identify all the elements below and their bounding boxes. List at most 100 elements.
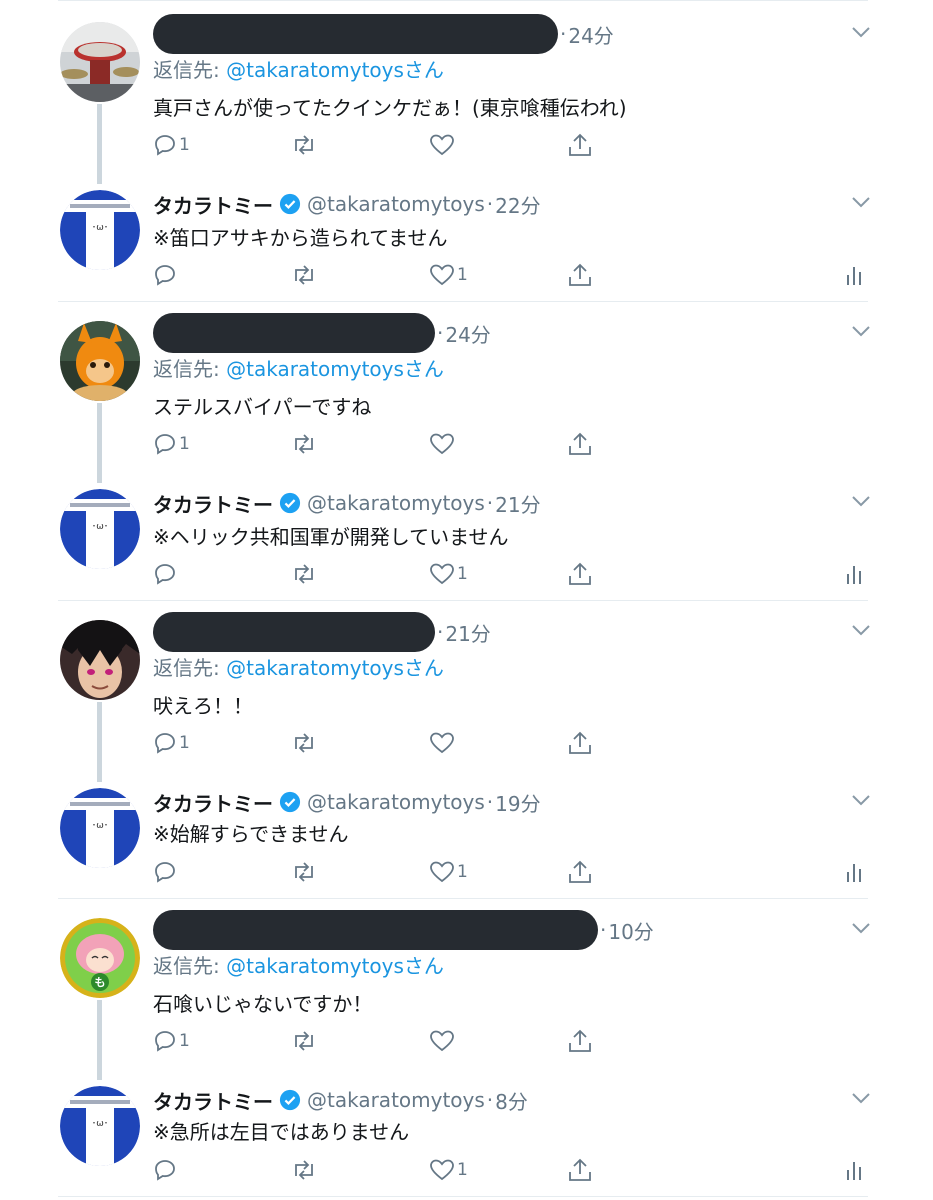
caret-down-icon[interactable] <box>851 624 871 636</box>
retweet-button[interactable] <box>290 130 318 160</box>
analytics-button[interactable] <box>844 1155 864 1185</box>
tweet-time[interactable]: 8分 <box>495 1086 528 1115</box>
retweet-icon <box>295 862 313 882</box>
retweet-button[interactable] <box>290 857 318 887</box>
like-button[interactable]: 1 <box>429 1155 468 1185</box>
official-tweet[interactable]: ･ω･ タカラトミー @takaratomytoys · 21分 ※ヘリック共和… <box>0 469 933 600</box>
reply-button[interactable] <box>153 857 177 887</box>
share-button[interactable] <box>567 559 593 589</box>
like-button[interactable]: 1 <box>429 260 468 290</box>
mention-link[interactable]: @takaratomytoysさん <box>226 58 444 82</box>
display-name[interactable]: タカラトミー <box>153 1086 273 1115</box>
caret-down-icon[interactable] <box>851 1092 871 1104</box>
caret-down-icon[interactable] <box>851 26 871 38</box>
official-avatar[interactable]: ･ω･ <box>60 489 140 569</box>
reply-button[interactable]: 1 <box>153 728 190 758</box>
official-tweet[interactable]: ･ω･ タカラトミー @takaratomytoys · 19分 ※始解すらでき… <box>0 768 933 898</box>
retweet-button[interactable] <box>290 559 318 589</box>
reply-button[interactable]: 1 <box>153 429 190 459</box>
tweet-time[interactable]: 24分 <box>445 319 490 348</box>
caret-down-icon[interactable] <box>851 495 871 507</box>
share-button[interactable] <box>567 1155 593 1185</box>
like-button[interactable] <box>429 429 455 459</box>
mention-link[interactable]: @takaratomytoysさん <box>226 656 444 680</box>
retweet-button[interactable] <box>290 260 318 290</box>
like-icon <box>430 433 454 455</box>
tweet-time[interactable]: 21分 <box>495 489 540 518</box>
reply-tweet[interactable]: · 24分 返信先: @takaratomytoysさん ステルスバイパーですね… <box>0 299 933 483</box>
analytics-button[interactable] <box>844 857 864 887</box>
like-count: 1 <box>457 564 468 584</box>
user-handle[interactable]: @takaratomytoys <box>307 491 485 515</box>
caret-down-icon[interactable] <box>851 922 871 934</box>
official-avatar[interactable]: ･ω･ <box>60 190 140 270</box>
like-button[interactable] <box>429 1026 455 1056</box>
tweet-text: 吠えろ！！ <box>153 694 253 718</box>
mention-link[interactable]: @takaratomytoysさん <box>226 954 444 978</box>
retweet-icon <box>295 564 313 584</box>
official-tweet[interactable]: ･ω･ タカラトミー @takaratomytoys · 8分 ※急所は左目では… <box>0 1066 933 1200</box>
retweet-button[interactable] <box>290 1026 318 1056</box>
share-button[interactable] <box>567 260 593 290</box>
analytics-button[interactable] <box>844 260 864 290</box>
like-button[interactable] <box>429 728 455 758</box>
reply-button[interactable]: 1 <box>153 130 190 160</box>
reply-icon <box>155 265 175 286</box>
share-button[interactable] <box>567 728 593 758</box>
retweet-button[interactable] <box>290 1155 318 1185</box>
tweet-time[interactable]: 24分 <box>568 20 613 49</box>
share-button[interactable] <box>567 130 593 160</box>
official-avatar[interactable]: ･ω･ <box>60 1086 140 1166</box>
avatar[interactable] <box>60 22 140 102</box>
reply-icon <box>155 135 175 156</box>
reply-count: 1 <box>179 733 190 753</box>
tweet-actions: 1 <box>153 1155 873 1185</box>
display-name[interactable]: タカラトミー <box>153 489 273 518</box>
mention-link[interactable]: @takaratomytoysさん <box>226 357 444 381</box>
share-button[interactable] <box>567 857 593 887</box>
user-handle[interactable]: @takaratomytoys <box>307 1088 485 1112</box>
reply-button[interactable] <box>153 260 177 290</box>
share-button[interactable] <box>567 1026 593 1056</box>
reply-tweet[interactable]: も · 10分 返信先: @takaratomytoysさん 石喰いじゃないです… <box>0 896 933 1080</box>
replying-to: 返信先: @takaratomytoysさん <box>153 656 444 680</box>
divider <box>58 1196 868 1197</box>
reply-tweet[interactable]: · 24分 返信先: @takaratomytoysさん 真戸さんが使ってたクイ… <box>0 0 933 184</box>
tweet-time[interactable]: 19分 <box>495 788 540 817</box>
like-button[interactable]: 1 <box>429 857 468 887</box>
display-name[interactable]: タカラトミー <box>153 788 273 817</box>
avatar[interactable] <box>60 620 140 700</box>
user-handle[interactable]: @takaratomytoys <box>307 790 485 814</box>
reply-button[interactable] <box>153 1155 177 1185</box>
caret-down-icon[interactable] <box>851 794 871 806</box>
analytics-button[interactable] <box>844 559 864 589</box>
like-button[interactable]: 1 <box>429 559 468 589</box>
reply-button[interactable] <box>153 559 177 589</box>
retweet-button[interactable] <box>290 429 318 459</box>
reply-icon <box>155 733 175 754</box>
retweet-button[interactable] <box>290 728 318 758</box>
tweet-time[interactable]: 10分 <box>608 916 653 945</box>
official-avatar[interactable]: ･ω･ <box>60 788 140 868</box>
tweet-time[interactable]: 22分 <box>495 190 540 219</box>
tweet-text: 石喰いじゃないですか！ <box>153 992 373 1016</box>
analytics-icon <box>847 864 861 882</box>
share-button[interactable] <box>567 429 593 459</box>
tweet-time[interactable]: 21分 <box>445 618 490 647</box>
tweet-header: · 10分 <box>153 910 654 950</box>
caret-down-icon[interactable] <box>851 196 871 208</box>
like-button[interactable] <box>429 130 455 160</box>
avatar[interactable]: も <box>60 918 140 998</box>
reply-button[interactable]: 1 <box>153 1026 190 1056</box>
user-handle[interactable]: @takaratomytoys <box>307 192 485 216</box>
like-icon <box>430 1159 454 1181</box>
replying-to: 返信先: @takaratomytoysさん <box>153 357 444 381</box>
retweet-icon <box>295 1160 313 1180</box>
avatar[interactable] <box>60 321 140 401</box>
caret-down-icon[interactable] <box>851 325 871 337</box>
reply-count: 1 <box>179 1031 190 1051</box>
display-name[interactable]: タカラトミー <box>153 190 273 219</box>
official-tweet[interactable]: ･ω･ タカラトミー @takaratomytoys · 22分 ※笛口アサキか… <box>0 170 933 301</box>
tweet-actions: 1 <box>153 260 873 290</box>
reply-tweet[interactable]: · 21分 返信先: @takaratomytoysさん 吠えろ！！ 1 <box>0 598 933 782</box>
